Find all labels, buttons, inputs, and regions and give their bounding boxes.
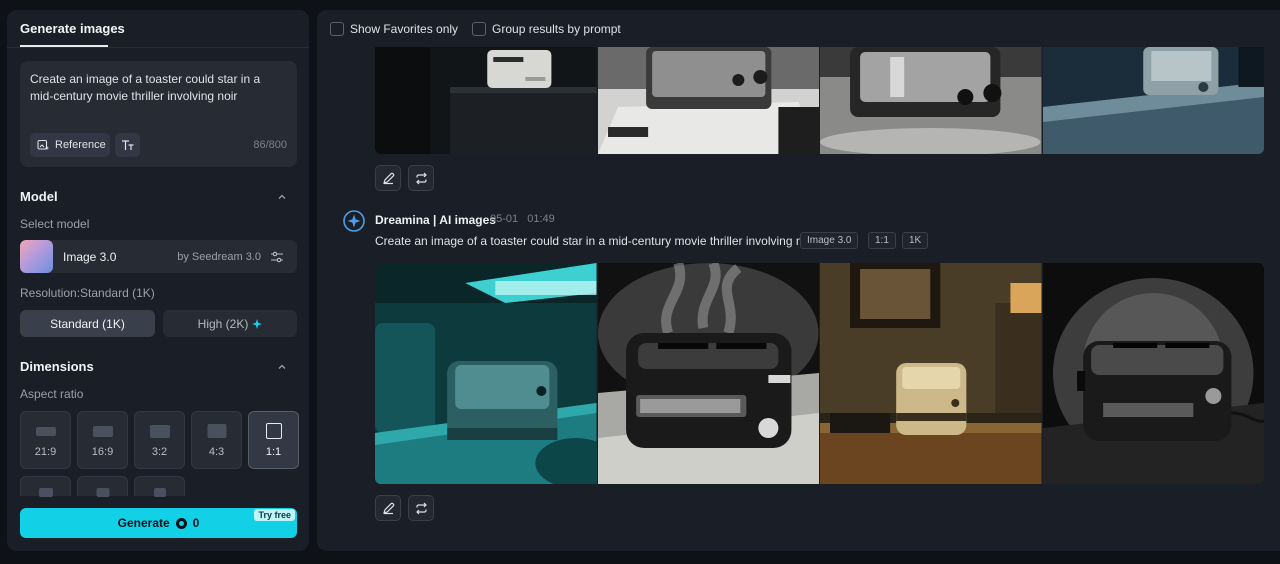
generation-sidebar: Generate images Create an image of a toa… [7,10,309,551]
generated-image[interactable] [597,263,819,484]
generated-image[interactable] [597,47,819,154]
ratio-shape-icon [265,423,282,439]
aspect-ratio-label: Aspect ratio [20,387,84,401]
ratio-4-3-button[interactable]: 4:3 [191,411,242,469]
pencil-icon [382,502,394,514]
prompt-box[interactable]: Create an image of a toaster could star … [20,61,297,167]
chevron-up-icon[interactable] [277,362,287,372]
generate-label: Generate [117,516,170,530]
model-section-title: Model [20,189,58,204]
repeat-icon [415,502,427,514]
ratio-shape-icon [92,426,113,437]
resolution-label: Resolution:Standard (1K) [20,286,155,300]
ratio-label: 16:9 [91,446,114,458]
favorites-filter[interactable]: Show Favorites only [330,22,458,36]
try-free-badge: Try free [254,509,295,521]
reference-label: Reference [55,139,106,151]
ratio-more-button[interactable] [134,476,185,497]
ratio-shape-icon [38,488,53,497]
credit-icon [175,517,187,529]
text-style-button[interactable] [115,133,140,157]
ratio-more-button[interactable] [77,476,128,497]
generated-image[interactable] [1042,47,1264,154]
generate-button[interactable]: Generate 0 Try free [20,508,297,538]
ratio-shape-icon [207,424,226,438]
favorites-label: Show Favorites only [350,22,459,36]
model-name: Image 3.0 [63,250,117,264]
pencil-icon [382,172,394,184]
previous-image-grid [375,47,1264,154]
result-date: 05-01 [490,213,519,225]
image-add-icon [37,139,49,150]
ratio-21-9-button[interactable]: 21:9 [20,411,71,469]
ratio-shape-icon [149,425,170,438]
results-panel: Show Favorites only Group results by pro… [317,10,1280,551]
generated-image[interactable] [820,47,1042,154]
dreamina-logo-icon [343,210,365,232]
ratio-tag: 1:1 [868,232,896,249]
ratio-shape-icon [96,488,109,497]
edit-prompt-button[interactable] [375,495,401,521]
resolution-high-label: High (2K) [197,316,249,331]
repeat-icon [415,172,427,184]
text-size-icon [122,140,134,150]
group-filter[interactable]: Group results by prompt [472,22,621,36]
select-model-label: Select model [20,217,90,231]
prompt-textarea[interactable]: Create an image of a toaster could star … [30,71,286,105]
results-filters: Show Favorites only Group results by pro… [330,20,621,38]
generated-image[interactable] [820,263,1042,484]
ratio-16-9-button[interactable]: 16:9 [77,411,128,469]
chevron-up-icon[interactable] [277,192,287,202]
group-checkbox[interactable] [472,22,487,36]
model-selector[interactable]: Image 3.0 by Seedream 3.0 [20,240,297,273]
ratio-1-1-button[interactable]: 1:1 [248,411,299,469]
resolution-standard-label: Standard (1K) [50,316,125,331]
ratio-3-2-button[interactable]: 3:2 [134,411,185,469]
result-image-grid [375,263,1264,484]
result-timestamp: 05-01 01:49 [490,213,555,225]
sidebar-tabbar: Generate images [7,10,309,48]
ratio-label: 3:2 [151,446,168,458]
generate-cost: 0 [192,516,200,530]
tab-generate-images[interactable]: Generate images [20,21,125,36]
result-time: 01:49 [527,213,555,225]
result-prompt: Create an image of a toaster could star … [375,234,816,248]
reference-button[interactable]: Reference [30,133,110,157]
resolution-tag: 1K [902,232,929,249]
model-thumbnail [20,240,53,273]
ratio-label: 21:9 [34,446,57,458]
model-tag: Image 3.0 [800,232,859,249]
ratio-more-button[interactable] [20,476,71,497]
dimensions-section-title: Dimensions [20,359,94,374]
edit-prompt-button[interactable] [375,165,401,191]
group-label: Group results by prompt [492,22,621,36]
generated-image[interactable] [375,263,597,484]
ratio-label: 1:1 [265,446,282,458]
tab-active-indicator [20,45,108,47]
sparkle-icon [252,318,263,329]
app-window: Generate images Create an image of a toa… [0,0,1280,564]
resolution-standard-button[interactable]: Standard (1K) [20,310,155,337]
ratio-shape-icon [35,427,56,436]
regenerate-button[interactable] [408,495,434,521]
generated-image[interactable] [1042,263,1264,484]
model-provider: by Seedream 3.0 [177,251,261,263]
ratio-shape-icon [153,488,166,497]
ratio-label: 4:3 [208,446,225,458]
generated-image[interactable] [375,47,597,154]
result-author: Dreamina | AI images [375,213,496,227]
sliders-icon[interactable] [270,250,284,264]
prompt-char-counter: 86/800 [253,139,287,151]
regenerate-button[interactable] [408,165,434,191]
favorites-checkbox[interactable] [330,22,344,36]
resolution-high-button[interactable]: High (2K) [163,310,297,337]
